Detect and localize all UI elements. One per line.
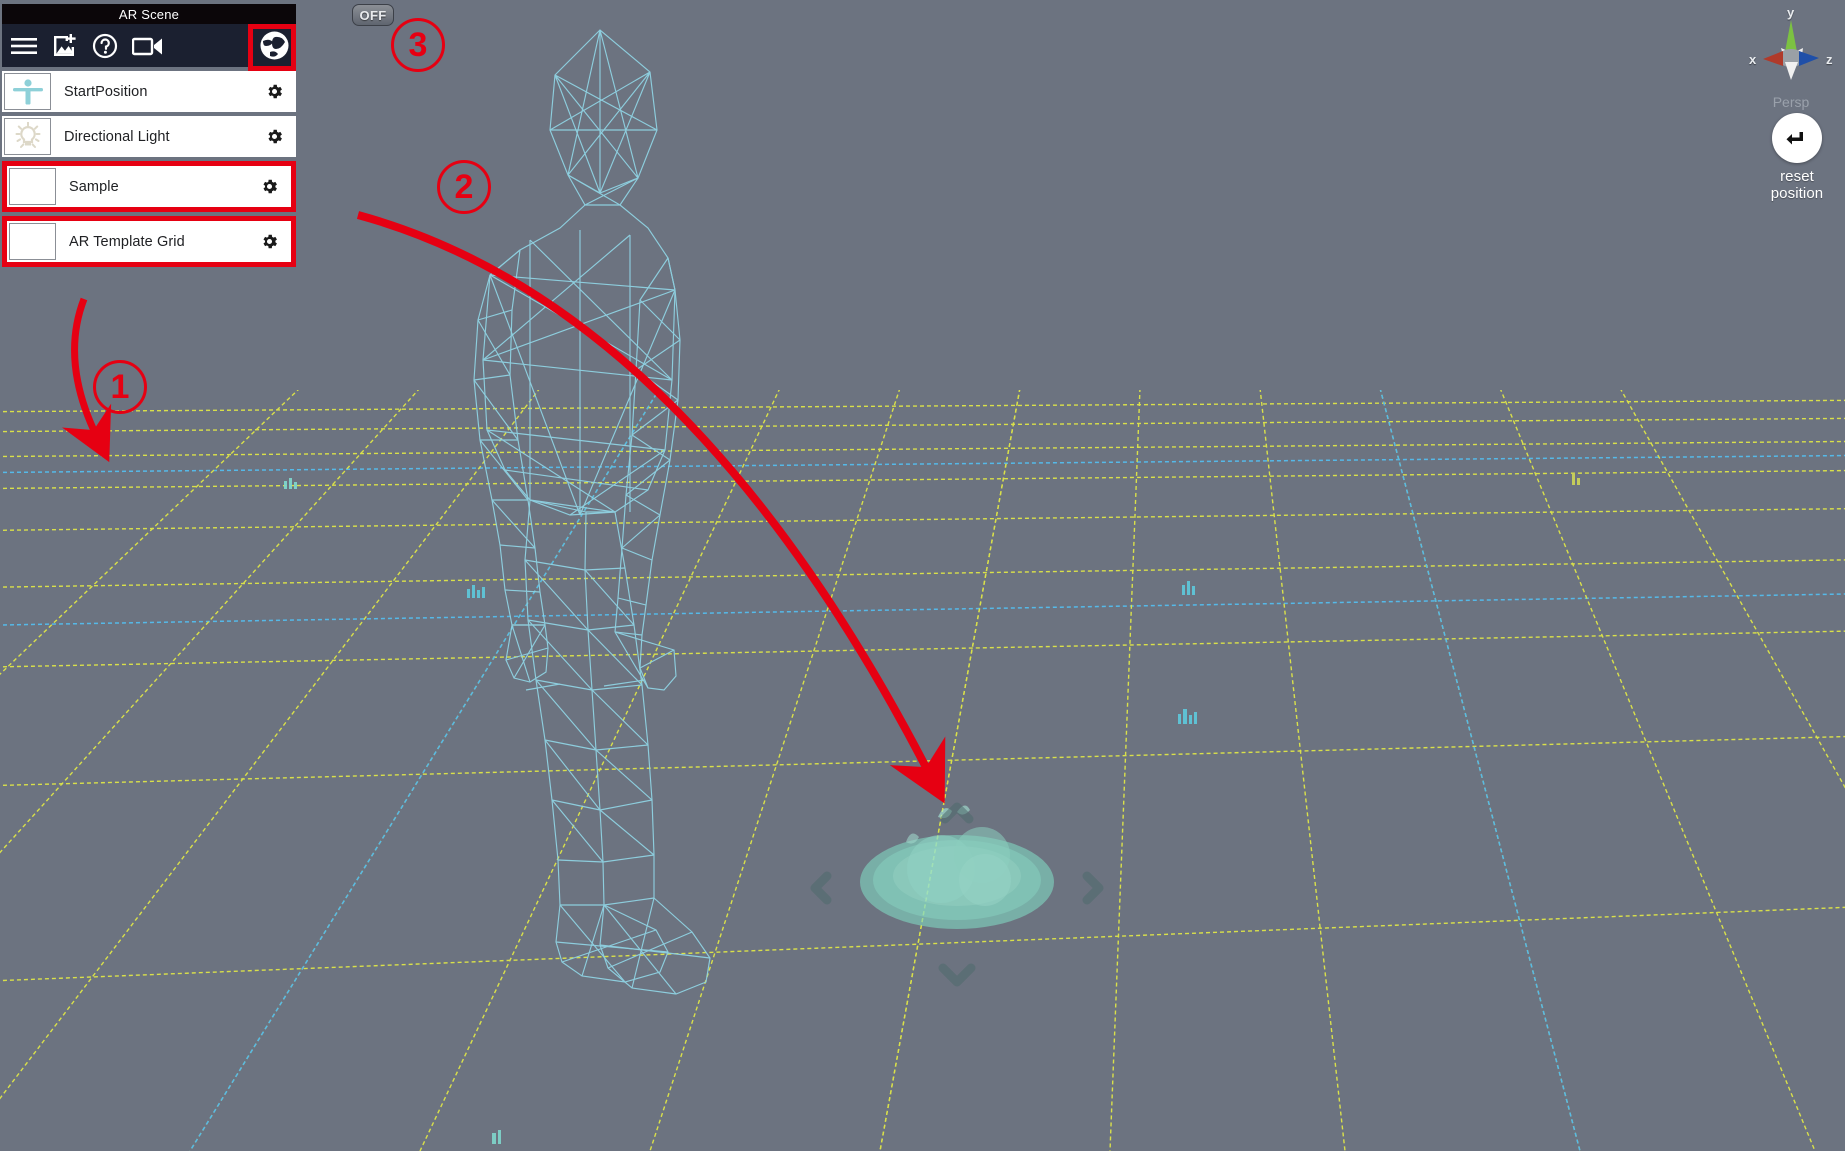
reset-arrow-icon (1786, 132, 1803, 145)
gizmo-axis-x-label: x (1749, 52, 1757, 67)
gizmo-cones (1763, 20, 1819, 80)
scene-hierarchy-panel[interactable]: AR Scene StartPosition Directional Light… (2, 4, 296, 267)
video-icon[interactable] (132, 35, 164, 57)
annotation-marker-3: 3 (391, 18, 445, 72)
list-item-label: Sample (69, 178, 119, 195)
add-image-icon[interactable] (52, 33, 78, 59)
scene-prop (1178, 709, 1197, 724)
list-item-highlight-box: Sample (2, 161, 296, 212)
reset-position-control[interactable]: reset position (1752, 113, 1842, 202)
gizmo-axis-y-label: y (1787, 5, 1795, 20)
blank-thumb (9, 168, 56, 205)
reset-position-button[interactable] (1772, 113, 1822, 163)
annotation-marker-1: 1 (93, 360, 147, 414)
menu-icon[interactable] (10, 35, 38, 57)
list-item-label: StartPosition (64, 83, 148, 100)
list-item[interactable]: StartPosition (2, 71, 296, 112)
globe-icon[interactable] (248, 24, 296, 71)
ar-toggle-button[interactable]: OFF (352, 4, 394, 26)
list-item[interactable]: Sample (7, 166, 291, 207)
scene-prop (492, 1130, 501, 1144)
list-item[interactable]: Directional Light (2, 116, 296, 157)
list-item-label: AR Template Grid (69, 233, 185, 250)
gizmo-axis-z-label: z (1826, 52, 1833, 67)
ar-toggle-label: OFF (359, 7, 387, 23)
lightbulb-icon (4, 118, 51, 155)
panel-title-bar: AR Scene (2, 4, 296, 24)
settings-icon[interactable] (260, 232, 279, 251)
settings-icon[interactable] (260, 177, 279, 196)
gizmo-mode-label: Persp (1772, 94, 1810, 110)
scene-prop (284, 478, 297, 489)
list-item[interactable]: AR Template Grid (7, 221, 291, 262)
axis-gizmo[interactable]: y x z Persp (1745, 5, 1837, 113)
left-chevron (810, 871, 832, 905)
scene-prop (1182, 581, 1195, 595)
settings-icon[interactable] (265, 82, 284, 101)
list-item-label: Directional Light (64, 128, 170, 145)
selected-object-sample (860, 805, 1054, 929)
scene-prop (467, 585, 485, 598)
panel-toolbar[interactable] (2, 24, 296, 71)
reset-position-label: reset position (1770, 168, 1824, 202)
person-icon (4, 73, 51, 110)
page-title: AR Scene (118, 6, 180, 22)
right-chevron (1082, 871, 1104, 905)
help-icon[interactable] (92, 33, 118, 59)
blank-thumb (9, 223, 56, 260)
list-item-highlight-box: AR Template Grid (2, 216, 296, 267)
settings-icon[interactable] (265, 127, 284, 146)
annotation-marker-2: 2 (437, 160, 491, 214)
wireframe-human (473, 29, 711, 995)
scene-prop (1572, 474, 1580, 485)
down-chevron (938, 963, 976, 987)
